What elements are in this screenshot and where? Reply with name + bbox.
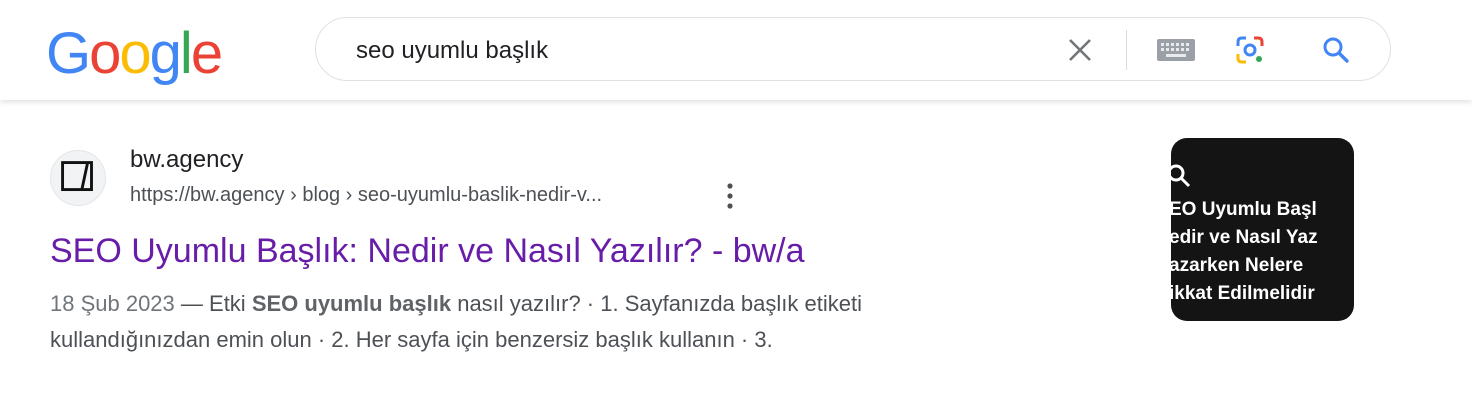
site-url[interactable]: https://bw.agency › blog › seo-uyumlu-ba… — [130, 183, 602, 207]
search-icon[interactable] — [1320, 34, 1352, 66]
logo-letter: G — [46, 21, 91, 86]
logo-letter: l — [179, 21, 193, 86]
snippet-dash: — — [174, 291, 210, 316]
search-header: Google seo uyumlu başlık — [0, 0, 1472, 100]
snippet-date: 18 Şub 2023 — [50, 291, 175, 316]
search-box[interactable]: seo uyumlu başlık — [315, 17, 1391, 81]
close-icon[interactable] — [1066, 36, 1094, 64]
more-options-icon[interactable] — [716, 180, 744, 212]
result-title-link[interactable]: SEO Uyumlu Başlık: Nedir ve Nasıl Yazılı… — [50, 230, 805, 272]
snippet-text: kullandığınızdan emin olun · 2. Her sayf… — [50, 327, 773, 352]
snippet-highlight: SEO uyumlu başlık — [251, 291, 452, 316]
bw-logo-icon — [61, 161, 93, 192]
result-thumbnail[interactable]: EO Uyumlu Başl edir ve Nasıl Yaz azarken… — [1171, 138, 1354, 321]
thumbnail-text: ikkat Edilmelidir — [1171, 283, 1315, 304]
logo-letter: g — [149, 21, 182, 86]
search-divider — [1126, 30, 1127, 70]
google-logo[interactable]: Google — [46, 20, 223, 88]
keyboard-icon[interactable] — [1156, 38, 1196, 62]
result-snippet: 18 Şub 2023 — Etki SEO uyumlu başlık nas… — [50, 286, 1130, 358]
thumbnail-text: edir ve Nasıl Yaz — [1171, 227, 1318, 248]
search-input[interactable]: seo uyumlu başlık — [356, 37, 548, 65]
site-favicon[interactable] — [50, 150, 106, 206]
camera-lens-icon[interactable] — [1234, 34, 1266, 66]
snippet-text: nasıl yazılır? · 1. Sayfanızda başlık et… — [451, 291, 862, 316]
magnifier-graphic-icon — [1171, 164, 1191, 188]
snippet-text: Etki — [209, 291, 252, 316]
logo-letter: o — [119, 21, 151, 86]
logo-letter: e — [190, 21, 223, 86]
thumbnail-text: EO Uyumlu Başl — [1171, 199, 1317, 220]
thumbnail-text: azarken Nelere — [1171, 255, 1304, 276]
site-name[interactable]: bw.agency — [130, 146, 243, 174]
logo-letter: o — [89, 21, 121, 86]
